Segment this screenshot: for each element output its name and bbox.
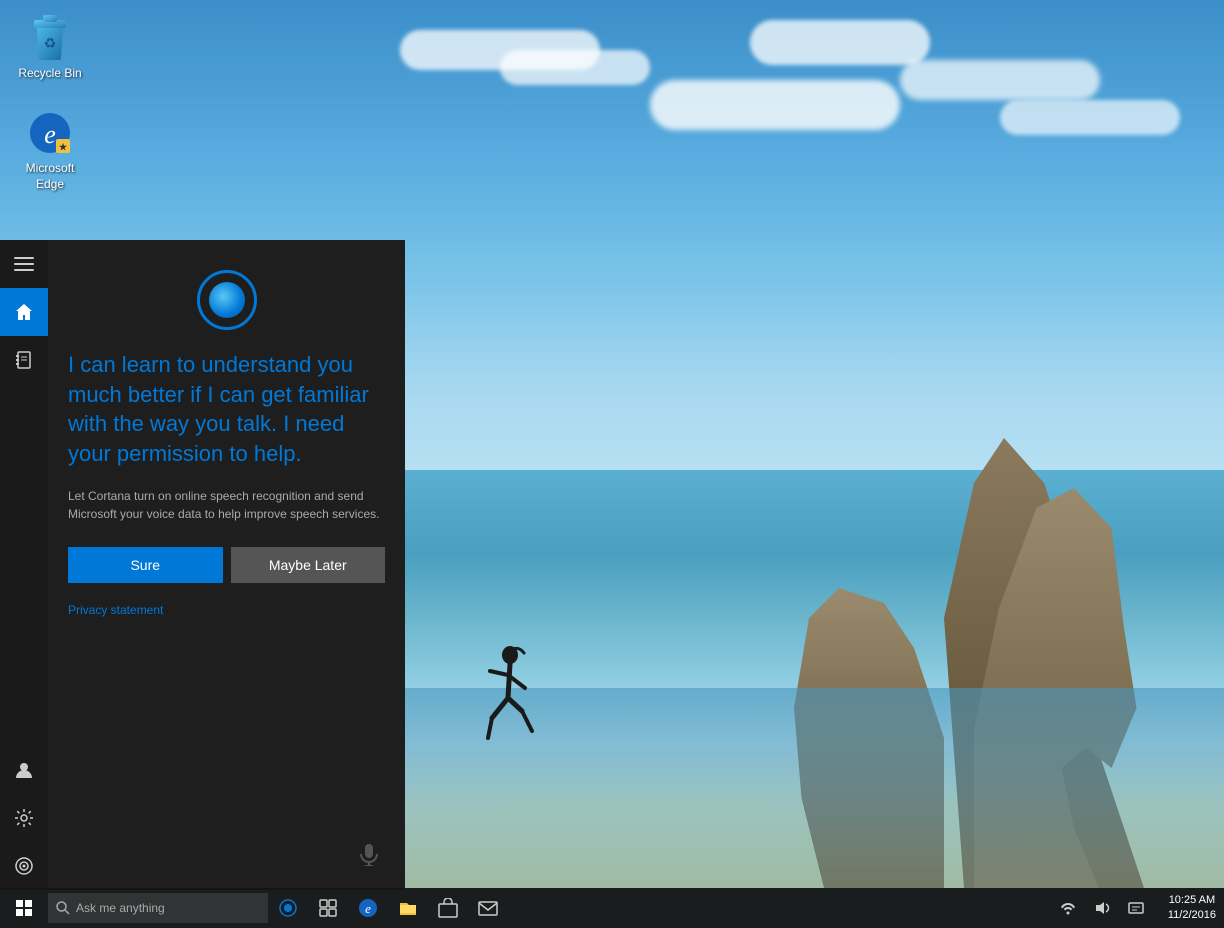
taskbar: Ask me anything e (0, 888, 1224, 928)
file-explorer-icon (398, 898, 418, 918)
microphone-button[interactable] (353, 838, 385, 870)
network-tray-icon[interactable] (1052, 888, 1084, 928)
microsoft-edge-label: Microsoft Edge (14, 161, 86, 192)
svg-text:★: ★ (59, 142, 68, 152)
sure-button[interactable]: Sure (68, 547, 223, 583)
settings-icon (14, 808, 34, 828)
notebook-icon (14, 350, 34, 370)
privacy-statement-link[interactable]: Privacy statement (68, 603, 385, 617)
cloud-3 (650, 80, 900, 130)
network-icon (1060, 900, 1076, 916)
home-icon (14, 302, 34, 322)
cloud-4 (750, 20, 930, 65)
notebook-nav-item[interactable] (0, 336, 48, 384)
maybe-later-button[interactable]: Maybe Later (231, 547, 386, 583)
sidebar-navigation (0, 240, 48, 890)
cloud-6 (1000, 100, 1180, 135)
search-placeholder: Ask me anything (76, 901, 165, 915)
running-figure (480, 643, 540, 748)
recycle-bin-label: Recycle Bin (18, 66, 81, 82)
cloud-5 (900, 60, 1100, 100)
microphone-icon (359, 842, 379, 866)
svg-text:♻: ♻ (44, 35, 57, 51)
feedback-icon (14, 856, 34, 876)
start-menu-panel: I can learn to understand you much bette… (0, 240, 405, 890)
notification-icon (1128, 900, 1144, 916)
cortana-description: Let Cortana turn on online speech recogn… (68, 487, 385, 523)
cloud-2 (500, 50, 650, 85)
system-tray (1052, 888, 1160, 928)
edge-taskbar-icon: e (358, 898, 378, 918)
settings-nav-item[interactable] (0, 794, 48, 842)
volume-tray-icon[interactable] (1086, 888, 1118, 928)
svg-text:e: e (44, 120, 56, 149)
action-center-icon[interactable] (1120, 888, 1152, 928)
clock-date: 11/2/2016 (1168, 908, 1216, 923)
cortana-heading: I can learn to understand you much bette… (68, 350, 385, 469)
cortana-logo-inner (209, 282, 245, 318)
task-view-icon (319, 899, 337, 917)
cortana-action-buttons: Sure Maybe Later (68, 547, 385, 583)
start-button[interactable] (0, 888, 48, 928)
store-icon (438, 898, 458, 918)
microsoft-edge-icon[interactable]: e ★ Microsoft Edge (10, 105, 90, 196)
user-nav-item[interactable] (0, 746, 48, 794)
hamburger-menu-button[interactable] (0, 240, 48, 288)
desktop: ♻ Recycle Bin e ★ (0, 0, 1224, 928)
taskbar-explorer-button[interactable] (388, 888, 428, 928)
cortana-taskbar-icon (279, 899, 297, 917)
recycle-bin-icon[interactable]: ♻ Recycle Bin (10, 10, 90, 86)
taskbar-store-button[interactable] (428, 888, 468, 928)
taskbar-search-box[interactable]: Ask me anything (48, 893, 268, 923)
user-icon (14, 760, 34, 780)
cortana-logo (197, 270, 257, 330)
taskbar-cortana-button[interactable] (268, 888, 308, 928)
home-nav-item[interactable] (0, 288, 48, 336)
menu-icon (14, 254, 34, 274)
taskbar-edge-button[interactable]: e (348, 888, 388, 928)
feedback-nav-item[interactable] (0, 842, 48, 890)
microsoft-edge-image: e ★ (26, 109, 74, 157)
search-icon (56, 901, 70, 915)
task-view-button[interactable] (308, 888, 348, 928)
windows-logo-icon (16, 900, 32, 916)
taskbar-clock[interactable]: 10:25 AM 11/2/2016 (1160, 888, 1224, 928)
cortana-content-area: I can learn to understand you much bette… (48, 240, 405, 890)
clock-time: 10:25 AM (1169, 893, 1215, 908)
taskbar-mail-button[interactable] (468, 888, 508, 928)
recycle-bin-image: ♻ (26, 14, 74, 62)
mail-icon (478, 898, 498, 918)
svg-text:e: e (365, 901, 371, 916)
volume-icon (1094, 900, 1110, 916)
